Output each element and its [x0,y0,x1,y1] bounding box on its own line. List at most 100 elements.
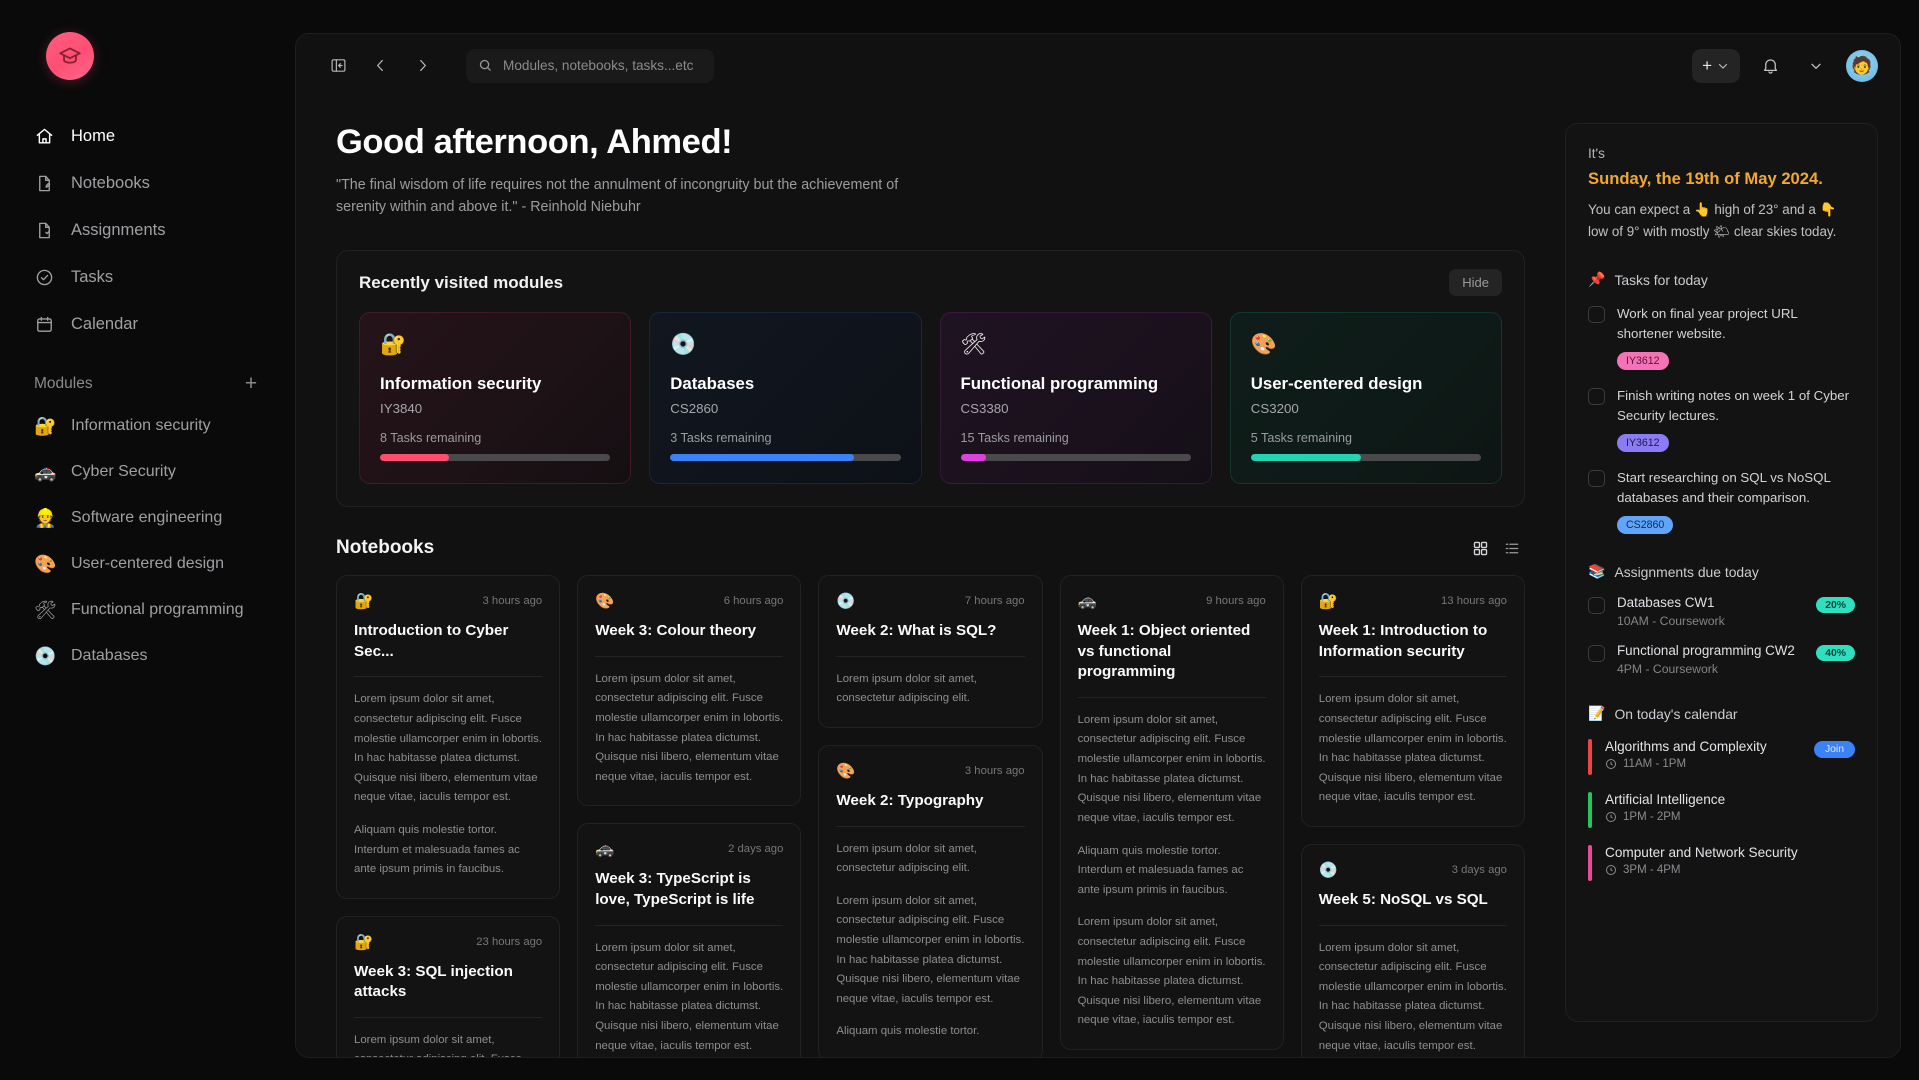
notebook-paragraph: Lorem ipsum dolor sit amet, consectetur … [354,690,542,808]
hide-button[interactable]: Hide [1449,269,1502,296]
right-panel-inner: It's Sunday, the 19th of May 2024. You c… [1565,123,1878,1022]
module-card[interactable]: 🔐Information securityIY38408 Tasks remai… [359,312,631,484]
notebook-card-header: 🎨6 hours ago [595,592,783,610]
assignment-checkbox[interactable] [1588,645,1605,662]
notebook-paragraph: Lorem ipsum dolor sit amet, consectetur … [354,1031,542,1057]
calendar-event-row: Algorithms and Complexity11AM - 1PMJoin [1588,739,1855,775]
module-card[interactable]: 🛠Functional programmingCS338015 Tasks re… [940,312,1212,484]
assignment-row: Databases CW110AM - Coursework20% [1588,595,1855,628]
user-menu-chevron-down-icon[interactable] [1800,50,1832,82]
module-emoji-icon: 💿 [836,592,855,610]
file-check-icon [34,220,55,241]
event-color-bar [1588,792,1592,828]
panel-collapse-icon[interactable] [322,50,354,82]
sidebar-item-notebooks[interactable]: Notebooks [18,161,277,205]
shell-body: Good afternoon, Ahmed! "The final wisdom… [296,97,1900,1057]
add-new-button[interactable]: + [1692,49,1740,83]
join-button[interactable]: Join [1814,741,1855,758]
event-time: 1PM - 2PM [1605,811,1855,823]
sidebar-item-label: Calendar [71,315,138,334]
notebook-timestamp: 6 hours ago [724,595,784,607]
notebook-card[interactable]: 🔐3 hours agoIntroduction to Cyber Sec...… [336,575,560,899]
task-module-chip[interactable]: IY3612 [1617,352,1669,370]
logo-container [0,28,295,114]
task-checkbox[interactable] [1588,388,1605,405]
notebook-card[interactable]: 💿3 days agoWeek 5: NoSQL vs SQLLorem ips… [1301,844,1525,1057]
calendar-icon [34,314,55,335]
notebook-body: Lorem ipsum dolor sit amet, consectetur … [1319,939,1507,1057]
page-title: Good afternoon, Ahmed! [336,123,1525,162]
notebooks-section: Notebooks 🔐3 hours agoIntroduction to Cy… [336,537,1525,1057]
notebook-paragraph: Aliquam quis molestie tortor. [836,1022,1024,1042]
sidebar-item-label: Home [71,127,115,146]
assignment-weight-badge: 20% [1816,597,1855,613]
module-card-code: IY3840 [380,401,610,416]
event-time: 11AM - 1PM [1605,758,1801,770]
notebook-title: Week 1: Object oriented vs functional pr… [1078,621,1266,683]
notebook-title: Week 3: SQL injection attacks [354,962,542,1003]
notebook-paragraph: Lorem ipsum dolor sit amet, consectetur … [595,939,783,1057]
notebook-card-header: 💿7 hours ago [836,592,1024,610]
event-time-text: 1PM - 2PM [1623,811,1681,823]
notebook-card[interactable]: 🚓9 hours agoWeek 1: Object oriented vs f… [1060,575,1284,1050]
notebook-card[interactable]: 🎨3 hours agoWeek 2: TypographyLorem ipsu… [818,745,1042,1057]
sidebar-item-calendar[interactable]: Calendar [18,302,277,346]
module-card-name: Functional programming [961,374,1191,394]
notebook-card[interactable]: 🎨6 hours ago Week 3: Colour theory Lorem i… [577,575,801,806]
notebook-card[interactable]: 💿7 hours agoWeek 2: What is SQL?Lorem ip… [818,575,1042,728]
module-card[interactable]: 🎨User-centered designCS32005 Tasks remai… [1230,312,1502,484]
module-card[interactable]: 💿DatabasesCS28603 Tasks remaining [649,312,921,484]
module-emoji-icon: 🚓 [1078,592,1097,610]
notebook-paragraph: Aliquam quis molestie tortor. Interdum e… [354,821,542,880]
divider [1319,925,1507,926]
search-bar[interactable] [466,49,714,83]
sidebar-module-item[interactable]: 🔐Information security [18,404,277,448]
notebook-paragraph: Lorem ipsum dolor sit amet, consectetur … [595,670,783,788]
sidebar-module-item[interactable]: 🛠Functional programming [18,588,277,632]
avatar[interactable]: 🧑 [1846,50,1878,82]
sidebar-item-tasks[interactable]: Tasks [18,255,277,299]
task-module-chip[interactable]: CS2860 [1617,516,1673,534]
divider [836,826,1024,827]
notebook-card[interactable]: 🔐23 hours ago Week 3: SQL injection attac… [336,916,560,1057]
graduation-cap-icon[interactable] [46,32,94,80]
its-label: It's [1588,146,1855,161]
list-view-icon[interactable] [1503,540,1521,557]
recently-visited-header: Recently visited modules Hide [359,269,1502,296]
notebook-title: Week 3: Colour theory [595,621,783,642]
bell-icon[interactable] [1754,50,1786,82]
sidebar-item-assignments[interactable]: Assignments [18,208,277,252]
module-emoji-icon: 🚓 [595,840,614,858]
module-emoji-icon: 🚓 [34,462,56,483]
avatar-emoji: 🧑 [1851,56,1872,76]
module-emoji-icon: 🔐 [354,592,373,610]
sidebar-module-item[interactable]: 🚓Cyber Security [18,450,277,494]
sidebar-module-item[interactable]: 👷Software engineering [18,496,277,540]
task-module-chip[interactable]: IY3612 [1617,434,1669,452]
notebook-card[interactable]: 🔐13 hours agoWeek 1: Introduction to Inf… [1301,575,1525,827]
notebook-paragraph: Lorem ipsum dolor sit amet, consectetur … [1078,913,1266,1031]
tasks-heading: 📌 Tasks for today [1588,272,1855,288]
task-checkbox[interactable] [1588,470,1605,487]
right-panel: It's Sunday, the 19th of May 2024. You c… [1565,97,1900,1057]
module-emoji-icon: 💿 [1319,861,1338,879]
module-card-tasks: 3 Tasks remaining [670,431,900,445]
module-emoji-icon: 🔐 [354,933,373,951]
view-toggle [1472,540,1521,557]
chevron-left-icon[interactable] [364,50,396,82]
grid-view-icon[interactable] [1472,540,1489,557]
recently-visited-panel: Recently visited modules Hide 🔐Informati… [336,250,1525,507]
chevron-right-icon[interactable] [406,50,438,82]
add-module-button[interactable]: + [241,373,261,394]
tasks-heading-label: Tasks for today [1614,272,1707,288]
assignment-checkbox[interactable] [1588,597,1605,614]
sidebar-module-item[interactable]: 🎨User-centered design [18,542,277,586]
search-input[interactable] [503,58,702,73]
notebook-card-header: 🔐23 hours ago [354,933,542,951]
sidebar-item-home[interactable]: Home [18,114,277,158]
notebook-paragraph: Lorem ipsum dolor sit amet, consectetur … [836,670,1024,709]
task-checkbox[interactable] [1588,306,1605,323]
notebook-card[interactable]: 🚓2 days agoWeek 3: TypeScript is love, T… [577,823,801,1057]
sidebar-module-item[interactable]: 💿Databases [18,634,277,678]
assignment-weight-badge: 40% [1816,645,1855,661]
